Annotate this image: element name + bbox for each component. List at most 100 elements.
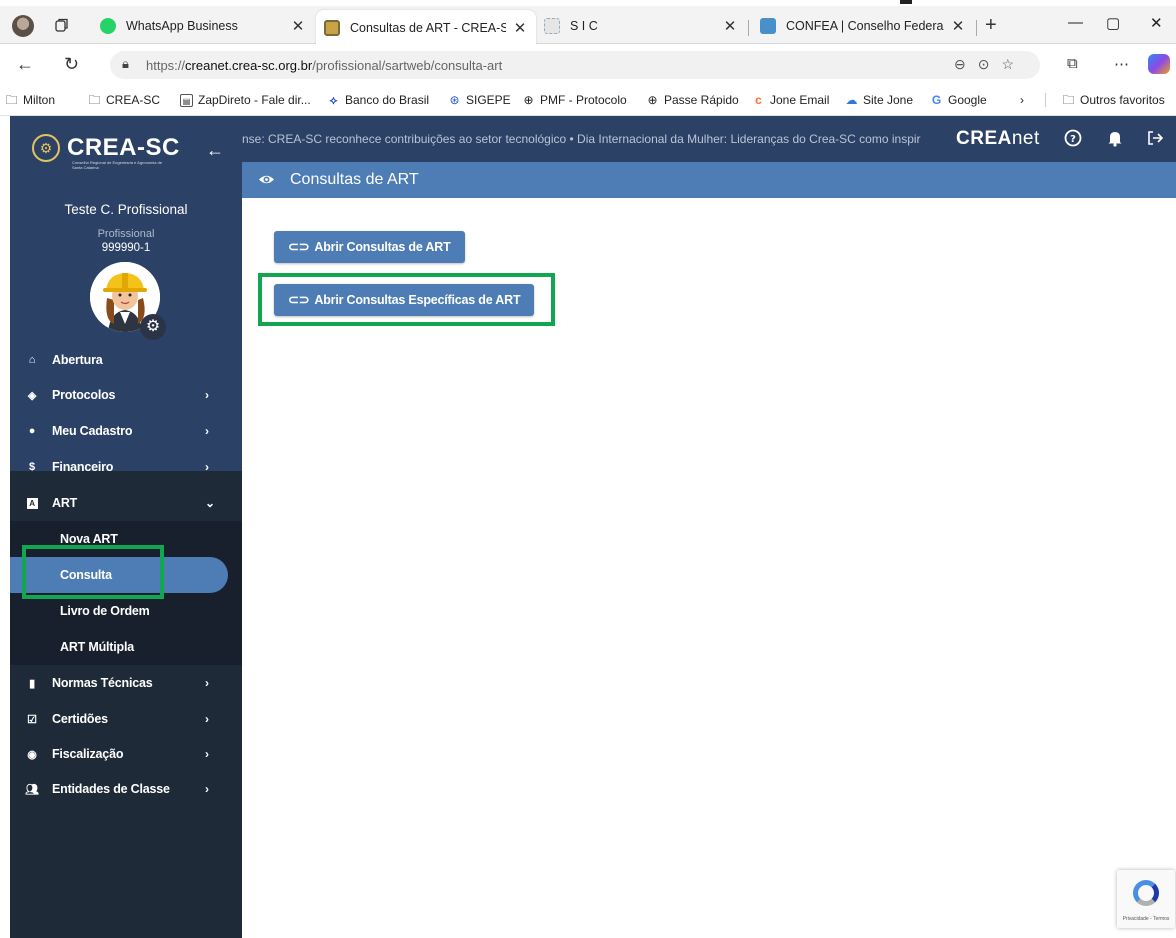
- user-role: Profissional: [97, 228, 155, 240]
- extensions-icon[interactable]: ⧉: [1067, 55, 1078, 72]
- chevron-down-icon: ⌄: [205, 496, 215, 510]
- page-title: Consultas de ART: [290, 171, 419, 188]
- user-icon: ●: [28, 425, 36, 437]
- sidebar-item-abertura[interactable]: ⌂ Abertura: [10, 342, 242, 378]
- favorite-label: ZapDireto - Fale dir...: [198, 93, 311, 107]
- recaptcha-text[interactable]: Privacidade - Termos: [1117, 916, 1175, 922]
- sidebar-item-fiscalizacao[interactable]: ◉ Fiscalização ›: [10, 736, 242, 772]
- favorite-item[interactable]: 🗀︎ CREA-SC: [88, 93, 160, 107]
- bell-icon[interactable]: [1107, 129, 1123, 152]
- other-favorites-label: Outros favoritos: [1080, 93, 1165, 107]
- profile-avatar[interactable]: [12, 15, 34, 37]
- favorite-item[interactable]: ▤ ZapDireto - Fale dir...: [180, 93, 311, 107]
- submenu-label: ART Múltipla: [60, 640, 134, 654]
- favorite-item[interactable]: ⊕ PMF - Protocolo: [522, 93, 626, 107]
- sidebar-item-protocolos[interactable]: ◈ Protocolos ›: [10, 377, 242, 413]
- layers-icon: ◈: [27, 389, 37, 402]
- open-art-queries-button[interactable]: ⊂⊃ Abrir Consultas de ART: [274, 231, 465, 263]
- favorite-item[interactable]: G Google: [930, 93, 987, 107]
- crea-sc-logo[interactable]: ⚙ CREA-SC: [32, 134, 180, 162]
- new-tab-icon[interactable]: +: [985, 14, 997, 37]
- omnibox-actions[interactable]: ⊖⊙☆: [954, 56, 1026, 73]
- help-icon[interactable]: ?: [1064, 129, 1082, 152]
- more-menu-icon[interactable]: ⋯: [1114, 55, 1129, 73]
- whatsapp-icon: [100, 18, 116, 34]
- close-icon[interactable]: ✕: [512, 19, 528, 37]
- cpanel-icon: c: [755, 92, 762, 107]
- google-icon: G: [931, 92, 942, 107]
- crea-favicon-icon: [324, 19, 340, 36]
- url-domain: creanet.crea-sc.org.br: [185, 58, 313, 73]
- highlight-box: [258, 273, 555, 326]
- favorite-label: SIGEPE: [466, 93, 511, 107]
- sigepe-icon: ⊛: [449, 92, 460, 107]
- collapse-sidebar-icon[interactable]: ←: [206, 140, 224, 161]
- site-info-icon[interactable]: 🔒︎: [122, 56, 129, 72]
- ticker-text[interactable]: nse: CREA-SC reconhece contribuições ao …: [242, 132, 942, 146]
- tab-confea[interactable]: CONFEA | Conselho Federal de ✕: [752, 11, 974, 41]
- other-favorites[interactable]: 🗀︎ Outros favoritos: [1045, 93, 1165, 107]
- sidebar-item-art[interactable]: A ART ⌄: [10, 485, 242, 521]
- window-close-icon[interactable]: ✕: [1150, 14, 1163, 32]
- workspaces-icon[interactable]: [54, 17, 70, 33]
- svg-text:?: ?: [1070, 134, 1076, 145]
- tab-sic[interactable]: S I C ✕: [536, 11, 746, 41]
- maximize-icon[interactable]: ▢: [1106, 14, 1120, 32]
- favorites-overflow-icon[interactable]: ›: [1020, 93, 1024, 107]
- tab-bar: WhatsApp Business ✕ Consultas de ART - C…: [0, 6, 1176, 45]
- tab-title: CONFEA | Conselho Federal de: [786, 19, 944, 33]
- crea-app: ⚙ CREA-SC Conselho Regional de Engenhari…: [10, 116, 1176, 938]
- copilot-icon[interactable]: [1148, 54, 1170, 74]
- favorite-item[interactable]: ☁ Site Jone: [845, 93, 914, 107]
- globe-icon: ⊕: [647, 92, 658, 107]
- favorite-item[interactable]: 🗀︎ Milton: [5, 93, 55, 107]
- sidebar-item-meu-cadastro[interactable]: ● Meu Cadastro ›: [10, 413, 242, 449]
- favorite-label: CREA-SC: [106, 93, 161, 107]
- recaptcha-badge[interactable]: Privacidade - Termos: [1117, 870, 1175, 928]
- address-bar[interactable]: 🔒︎ https://creanet.crea-sc.org.br/profis…: [110, 51, 1040, 79]
- url-text[interactable]: https://creanet.crea-sc.org.br/profissio…: [146, 58, 502, 73]
- back-arrow-icon[interactable]: ←: [16, 54, 34, 75]
- close-icon[interactable]: ✕: [950, 17, 966, 35]
- reload-icon[interactable]: ↻: [64, 54, 79, 75]
- sidebar-item-entidades-de-classe[interactable]: 👥︎ Entidades de Classe ›: [10, 771, 242, 807]
- logout-icon[interactable]: [1146, 129, 1164, 152]
- submenu-label: Livro de Ordem: [60, 604, 150, 618]
- favorite-item[interactable]: c Jone Email: [752, 93, 829, 107]
- folder-icon: 🗀︎: [1062, 92, 1075, 107]
- sidebar-item-financeiro[interactable]: $ Financeiro ›: [10, 449, 242, 485]
- close-icon[interactable]: ✕: [290, 17, 306, 35]
- favorites-bar: 🗀︎ Milton 🗀︎ CREA-SC ▤ ZapDireto - Fale dir…: [0, 86, 1176, 116]
- gear-icon[interactable]: ⚙: [140, 314, 166, 340]
- sidebar-item-normas-tecnicas[interactable]: ▮ Normas Técnicas ›: [10, 665, 242, 701]
- tab-title: S I C: [570, 19, 598, 33]
- folder-icon: 🗀︎: [5, 92, 18, 107]
- file-icon: ▮: [29, 677, 35, 690]
- favorite-item[interactable]: ⊛ SIGEPE: [448, 92, 511, 107]
- compass-icon: ◉: [27, 748, 37, 761]
- sidebar-item-label: Entidades de Classe: [52, 782, 170, 796]
- favorite-label: Milton: [23, 93, 56, 107]
- user-id: 999990-1: [101, 242, 151, 254]
- page-header: Consultas de ART: [242, 162, 1176, 198]
- zapdireto-icon: ▤: [180, 93, 193, 107]
- dollar-icon: $: [29, 461, 35, 473]
- logo-text: CREA-SC: [67, 134, 180, 161]
- sidebar-item-label: Abertura: [52, 353, 103, 367]
- sidebar-item-certidoes[interactable]: ☑ Certidões ›: [10, 701, 242, 737]
- art-icon: A: [24, 497, 40, 509]
- favorite-item[interactable]: ⊕ Passe Rápido: [646, 92, 738, 107]
- submenu-item-art-multipla[interactable]: ART Múltipla: [10, 629, 242, 665]
- url-path: /profissional/sartweb/consulta-art: [312, 58, 503, 73]
- browser-window: WhatsApp Business ✕ Consultas de ART - C…: [0, 0, 1176, 938]
- minimize-icon[interactable]: —: [1068, 14, 1083, 31]
- confea-favicon-icon: [760, 18, 776, 34]
- eye-icon: [258, 171, 275, 188]
- tab-consultas-art[interactable]: Consultas de ART - CREA-SC ✕: [316, 10, 536, 45]
- favorite-item[interactable]: ⟡ Banco do Brasil: [327, 93, 430, 107]
- logo-subtitle: Conselho Regional de Engenharia e Agrono…: [72, 160, 163, 170]
- sidebar-item-label: Financeiro: [52, 460, 114, 474]
- tab-whatsapp[interactable]: WhatsApp Business ✕: [92, 11, 314, 41]
- close-icon[interactable]: ✕: [722, 17, 738, 35]
- chevron-right-icon: ›: [205, 676, 209, 690]
